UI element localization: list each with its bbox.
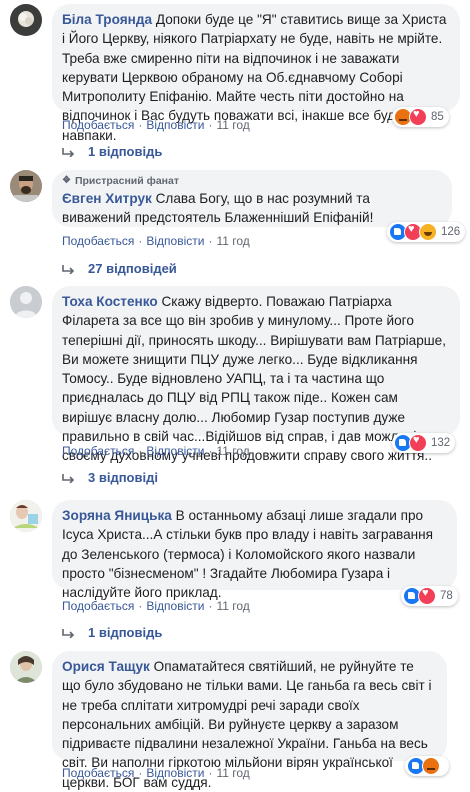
avatar[interactable] [10, 286, 42, 318]
reply-arrow-icon [62, 628, 75, 638]
fan-badge-icon: ❖ [62, 175, 71, 186]
timestamp[interactable]: 11 год [216, 599, 249, 613]
comment-bubble: Тоха Костенко Скажу відверто. Поважаю Па… [52, 286, 460, 463]
replies-count: 3 відповіді [88, 470, 158, 485]
replies-count: 27 відповідей [88, 261, 177, 276]
like-link[interactable]: Подобається [62, 766, 134, 780]
timestamp[interactable]: 11 год [216, 766, 249, 780]
timestamp[interactable]: 11 год [216, 444, 249, 458]
love-reaction-icon [418, 587, 436, 605]
reply-link[interactable]: Відповісти [146, 234, 204, 248]
reaction-count: 126 [441, 226, 461, 238]
comment-author[interactable]: Євген Хитрук [62, 191, 152, 206]
comment-bubble: ❖ Пристрасний фанат Євген Хитрук Слава Б… [52, 170, 452, 227]
reaction-count: 132 [431, 437, 451, 449]
comment-actions: Подобається · Відповісти · 11 год [62, 234, 250, 248]
view-replies-link[interactable]: 27 відповідей [62, 261, 177, 276]
reactions-summary[interactable]: 132 [392, 433, 456, 453]
comment-author[interactable]: Біла Троянда [62, 12, 152, 27]
view-replies-link[interactable]: 1 відповідь [62, 625, 162, 640]
haha-reaction-icon [419, 223, 437, 241]
top-fan-badge: ❖ Пристрасний фанат [62, 174, 440, 188]
comment-actions: Подобається · Відповісти · 11 год [62, 444, 250, 458]
reply-link[interactable]: Відповісти [146, 118, 204, 132]
comment-bubble: Зоряна Яницька В останньому абзаці лише … [52, 500, 457, 600]
reply-link[interactable]: Відповісти [146, 444, 204, 458]
avatar[interactable] [10, 4, 42, 36]
comment-author[interactable]: Зоряна Яницька [62, 508, 172, 523]
comment-bubble: Орися Тащук Опаматайтеся святійший, не р… [52, 651, 447, 790]
replies-count: 1 відповідь [88, 144, 163, 159]
reply-link[interactable]: Відповісти [146, 766, 204, 780]
reaction-count: 85 [431, 111, 444, 123]
reply-arrow-icon [62, 264, 75, 274]
comment-author[interactable]: Тоха Костенко [62, 294, 158, 309]
reactions-summary[interactable]: 85 [392, 107, 449, 127]
comment-bubble: Біла Троянда Допоки буде це "Я" ставитис… [52, 4, 460, 143]
comment-actions: Подобається · Відповісти · 11 год [62, 118, 250, 132]
view-replies-link[interactable]: 3 відповіді [62, 470, 158, 485]
angry-reaction-icon [422, 757, 440, 775]
comment-actions: Подобається · Відповісти · 11 год [62, 599, 250, 613]
avatar[interactable] [10, 651, 42, 683]
reply-link[interactable]: Відповісти [146, 599, 204, 613]
reactions-summary[interactable]: 126 [387, 222, 466, 242]
reactions-summary[interactable] [405, 756, 449, 776]
avatar[interactable] [10, 500, 42, 532]
reaction-count: 78 [440, 590, 453, 602]
reply-arrow-icon [62, 147, 75, 157]
timestamp[interactable]: 11 год [216, 234, 249, 248]
reply-arrow-icon [62, 473, 75, 483]
like-link[interactable]: Подобається [62, 234, 134, 248]
replies-count: 1 відповідь [88, 625, 163, 640]
avatar[interactable] [10, 170, 42, 202]
comment-text: Скажу відверто. Поважаю Патріарха Філаре… [62, 294, 447, 464]
comment-actions: Подобається · Відповісти · 11 год [62, 766, 250, 780]
timestamp[interactable]: 11 год [216, 118, 249, 132]
view-replies-link[interactable]: 1 відповідь [62, 144, 162, 159]
love-reaction-icon [409, 434, 427, 452]
love-reaction-icon [409, 108, 427, 126]
like-link[interactable]: Подобається [62, 444, 134, 458]
fan-badge-label: Пристрасний фанат [74, 175, 179, 187]
like-link[interactable]: Подобається [62, 599, 134, 613]
comment-author[interactable]: Орися Тащук [62, 659, 150, 674]
reactions-summary[interactable]: 78 [401, 586, 458, 606]
like-link[interactable]: Подобається [62, 118, 134, 132]
